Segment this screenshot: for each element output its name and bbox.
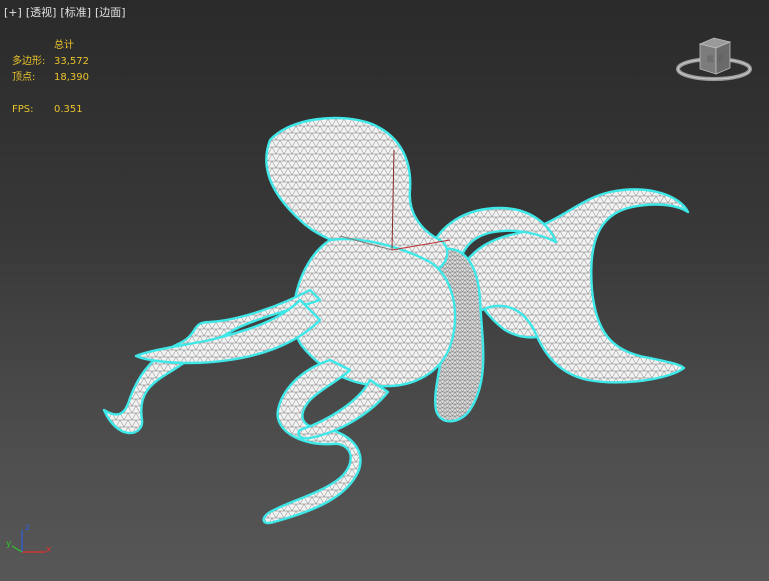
viewport-plus-menu[interactable]: [+]	[4, 6, 22, 20]
octopus-body-group	[102, 116, 690, 525]
viewcube[interactable]: 前 顶	[676, 36, 752, 86]
octopus-mesh[interactable]	[0, 0, 769, 581]
stats-fps-label: FPS:	[12, 104, 34, 115]
axis-z-label: z	[25, 523, 30, 533]
stats-fps-value: 0.351	[54, 104, 83, 115]
viewport-shading-standard-menu[interactable]: [标准]	[60, 6, 91, 20]
stats-header: 总计	[54, 40, 74, 51]
axis-tripod: z x y	[4, 522, 56, 558]
stats-vertices-row: 顶点: 18,390	[12, 70, 89, 86]
stats-vertices-label: 顶点:	[12, 72, 36, 83]
viewport-display-mode-menu[interactable]: [边面]	[95, 6, 126, 20]
perspective-viewport[interactable]: [+] [透视] [标准] [边面] 总计 多边形: 33,572 顶点: 18…	[0, 0, 769, 581]
viewport-pov-menu[interactable]: [透视]	[26, 6, 57, 20]
scene-statistics: 总计 多边形: 33,572 顶点: 18,390 FPS: 0.351	[12, 38, 89, 118]
stats-polygons-label: 多边形:	[12, 56, 46, 67]
stats-vertices-value: 18,390	[54, 72, 89, 83]
axis-y-label: y	[6, 539, 12, 549]
axis-x-label: x	[46, 545, 52, 555]
viewport-label-menu: [+] [透视] [标准] [边面]	[4, 6, 126, 20]
stats-polygons-value: 33,572	[54, 56, 89, 67]
viewcube-face-label: 前 顶	[707, 54, 723, 63]
stats-fps-row: FPS: 0.351	[12, 102, 89, 118]
tentacle-front-left	[262, 358, 362, 525]
stats-polygons-row: 多边形: 33,572	[12, 54, 89, 70]
